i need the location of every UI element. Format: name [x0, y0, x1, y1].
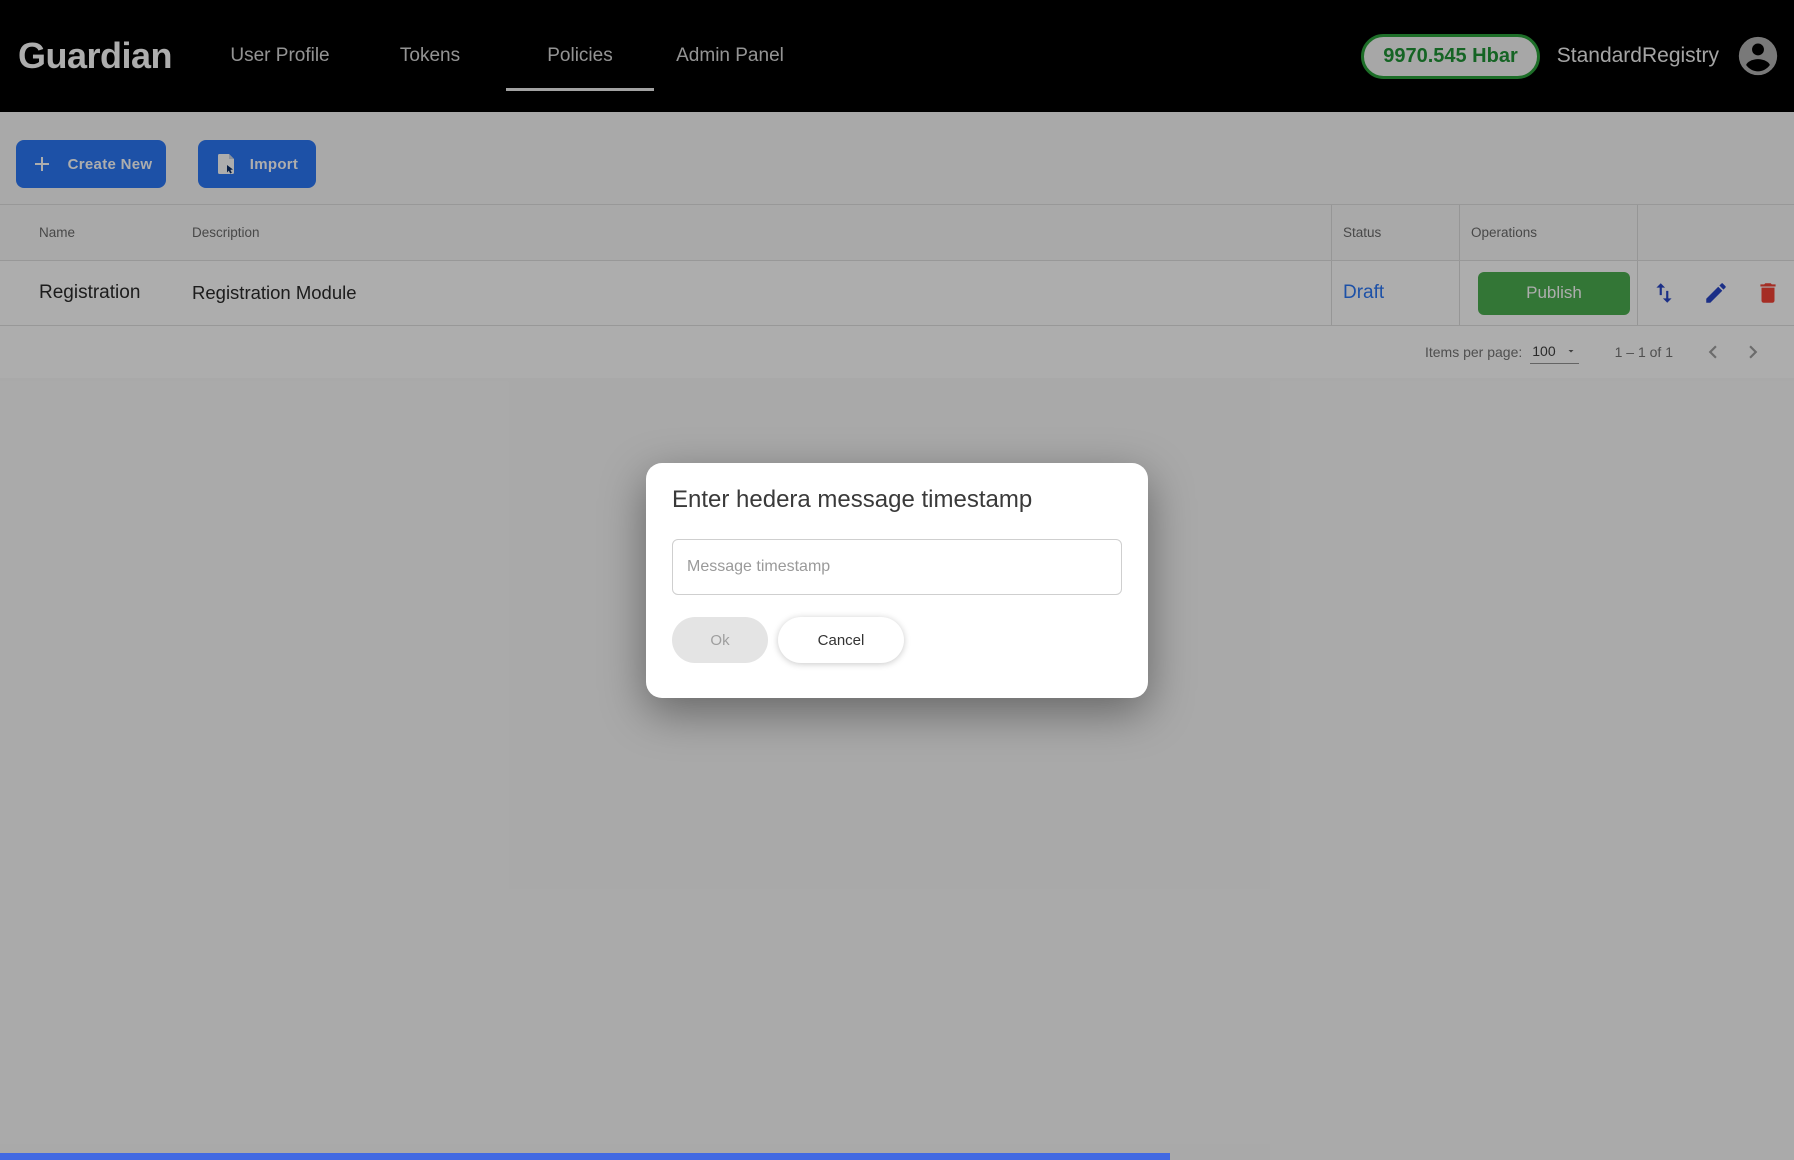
- dialog-title: Enter hedera message timestamp: [672, 486, 1122, 514]
- ok-button[interactable]: Ok: [672, 617, 768, 663]
- cancel-button[interactable]: Cancel: [778, 617, 904, 663]
- message-timestamp-input[interactable]: [672, 539, 1122, 595]
- horizontal-scrollbar-thumb[interactable]: [0, 1153, 1170, 1160]
- guardian-policies-page: Guardian User Profile Tokens Policies Ad…: [0, 0, 1794, 1160]
- dialog-actions: Ok Cancel: [672, 617, 1122, 663]
- timestamp-dialog: Enter hedera message timestamp Ok Cancel: [646, 463, 1148, 698]
